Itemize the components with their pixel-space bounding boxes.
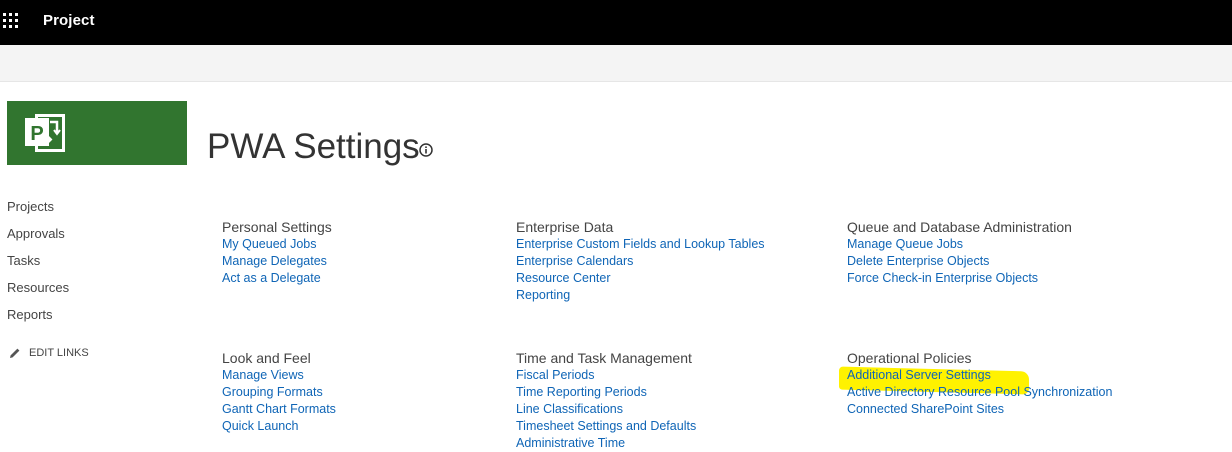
link-force-check-in[interactable]: Force Check-in Enterprise Objects — [847, 270, 1167, 287]
link-gantt-chart-formats[interactable]: Gantt Chart Formats — [222, 401, 542, 418]
project-logo[interactable]: P — [7, 101, 187, 165]
link-act-as-delegate[interactable]: Act as a Delegate — [222, 270, 542, 287]
link-reporting[interactable]: Reporting — [516, 287, 836, 304]
link-ad-resource-pool-sync[interactable]: Active Directory Resource Pool Synchroni… — [847, 384, 1167, 401]
nav-item-projects[interactable]: Projects — [7, 198, 187, 225]
link-my-queued-jobs[interactable]: My Queued Jobs — [222, 236, 542, 253]
section-heading: Personal Settings — [222, 219, 332, 235]
link-resource-center[interactable]: Resource Center — [516, 270, 836, 287]
page-title: PWA Settings — [207, 127, 420, 166]
info-icon[interactable] — [419, 143, 433, 157]
link-administrative-time[interactable]: Administrative Time — [516, 435, 836, 452]
link-delete-enterprise-objects[interactable]: Delete Enterprise Objects — [847, 253, 1167, 270]
edit-links-button[interactable]: EDIT LINKS — [9, 347, 89, 359]
link-fiscal-periods[interactable]: Fiscal Periods — [516, 367, 836, 384]
section-heading: Time and Task Management — [516, 350, 692, 366]
section-heading: Queue and Database Administration — [847, 219, 1072, 235]
link-manage-delegates[interactable]: Manage Delegates — [222, 253, 542, 270]
quick-launch-nav: Projects Approvals Tasks Resources Repor… — [7, 198, 187, 333]
section-enterprise-data: Enterprise Data Enterprise Custom Fields… — [516, 218, 836, 304]
section-heading: Enterprise Data — [516, 219, 614, 235]
section-personal-settings: Personal Settings My Queued Jobs Manage … — [222, 218, 542, 287]
section-time-task-management: Time and Task Management Fiscal Periods … — [516, 349, 836, 452]
nav-item-reports[interactable]: Reports — [7, 306, 187, 333]
link-manage-queue-jobs[interactable]: Manage Queue Jobs — [847, 236, 1167, 253]
project-logo-icon: P — [25, 114, 65, 152]
link-line-classifications[interactable]: Line Classifications — [516, 401, 836, 418]
ribbon-bar — [0, 45, 1232, 82]
nav-item-approvals[interactable]: Approvals — [7, 225, 187, 252]
link-quick-launch[interactable]: Quick Launch — [222, 418, 542, 435]
link-time-reporting-periods[interactable]: Time Reporting Periods — [516, 384, 836, 401]
section-look-and-feel: Look and Feel Manage Views Grouping Form… — [222, 349, 542, 435]
link-connected-sharepoint-sites[interactable]: Connected SharePoint Sites — [847, 401, 1167, 418]
suite-bar: Project — [0, 0, 1232, 45]
app-title[interactable]: Project — [43, 12, 95, 29]
link-enterprise-custom-fields[interactable]: Enterprise Custom Fields and Lookup Tabl… — [516, 236, 836, 253]
section-heading: Operational Policies — [847, 350, 972, 366]
section-heading: Look and Feel — [222, 350, 311, 366]
link-manage-views[interactable]: Manage Views — [222, 367, 542, 384]
section-operational-policies: Operational Policies Additional Server S… — [847, 349, 1167, 418]
link-additional-server-settings[interactable]: Additional Server Settings — [847, 367, 1167, 384]
link-enterprise-calendars[interactable]: Enterprise Calendars — [516, 253, 836, 270]
edit-links-label: EDIT LINKS — [29, 347, 89, 359]
link-grouping-formats[interactable]: Grouping Formats — [222, 384, 542, 401]
link-timesheet-settings[interactable]: Timesheet Settings and Defaults — [516, 418, 836, 435]
nav-item-resources[interactable]: Resources — [7, 279, 187, 306]
section-queue-db-admin: Queue and Database Administration Manage… — [847, 218, 1167, 287]
nav-item-tasks[interactable]: Tasks — [7, 252, 187, 279]
svg-text:P: P — [30, 123, 43, 145]
pencil-icon — [10, 348, 20, 358]
app-launcher-waffle-icon[interactable] — [3, 13, 19, 29]
